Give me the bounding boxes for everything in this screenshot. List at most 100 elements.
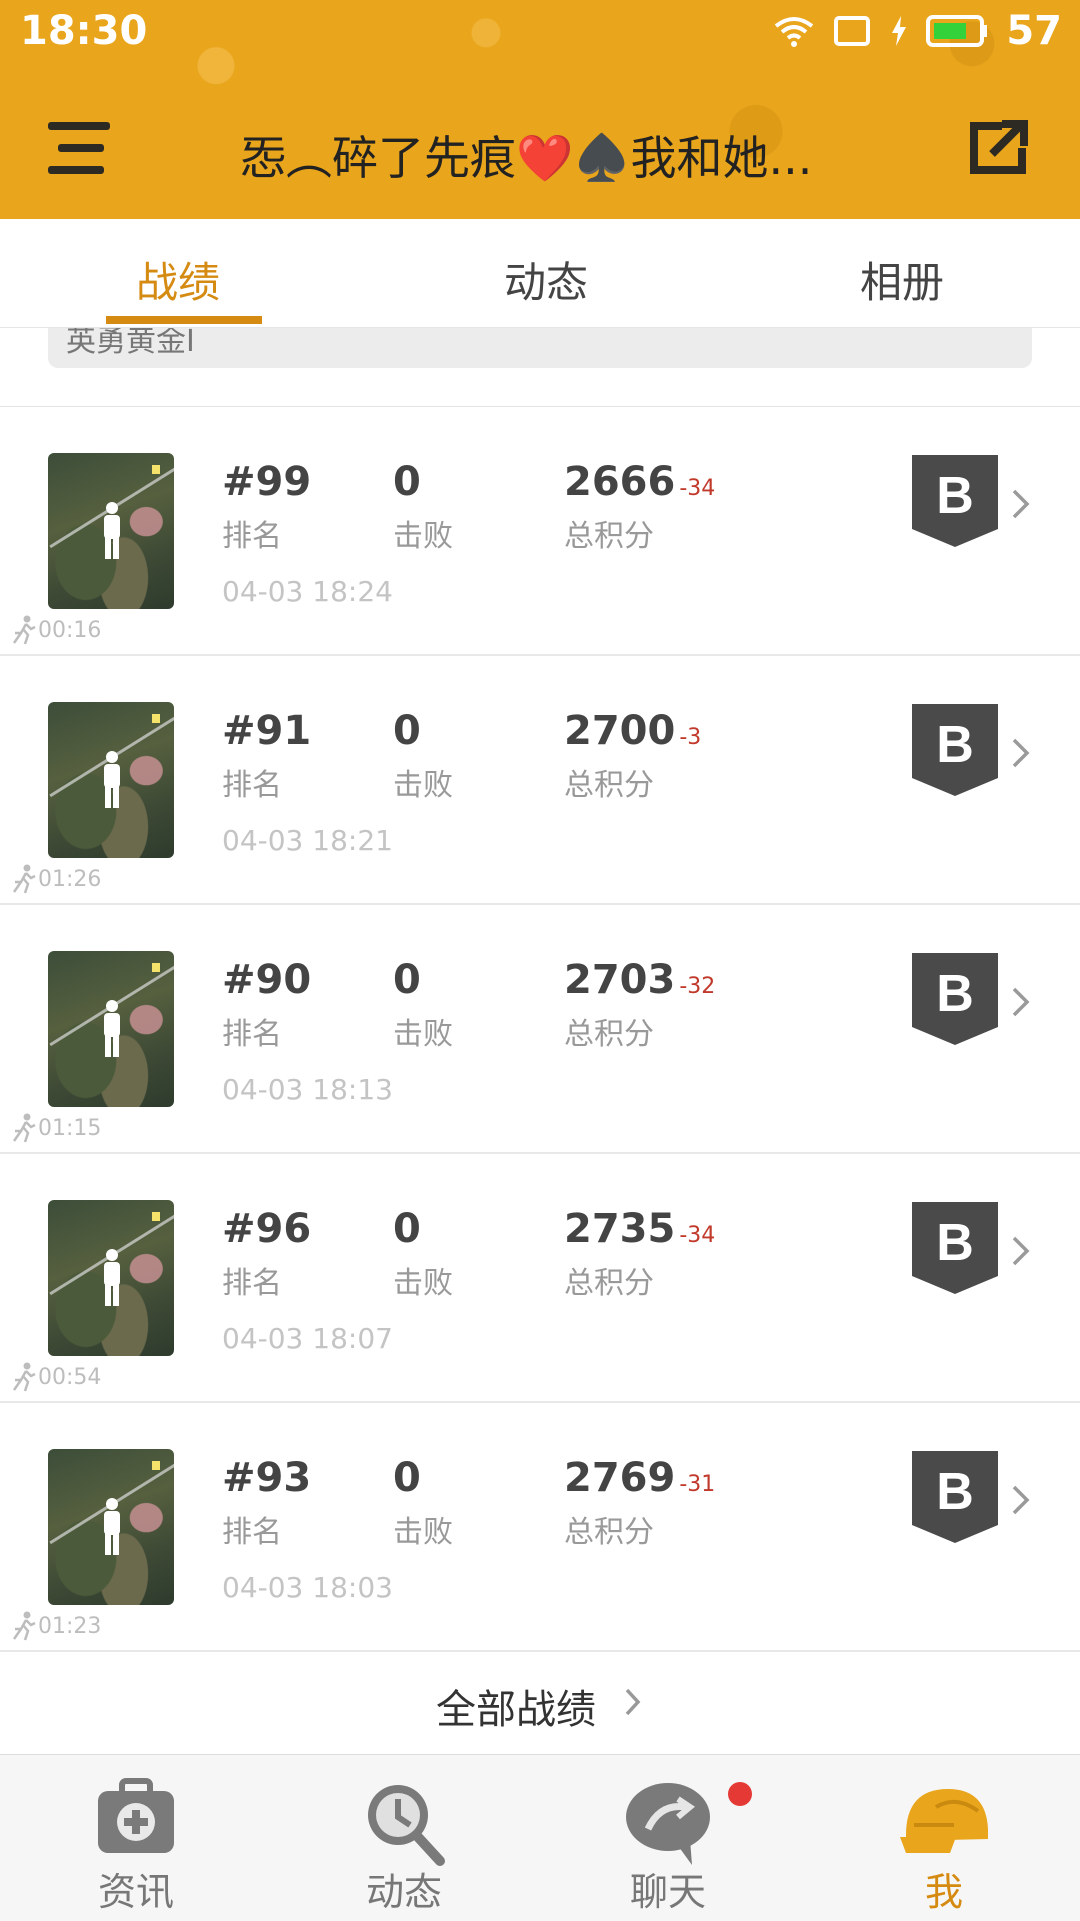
score-value: 2703 -32 xyxy=(564,957,716,1003)
wifi-icon xyxy=(774,14,814,48)
survival-duration: 01:23 xyxy=(12,1611,101,1641)
badge-letter: B xyxy=(936,467,974,525)
kills-label: 击败 xyxy=(393,768,453,803)
match-time: 04-03 18:07 xyxy=(222,1322,393,1355)
match-row[interactable]: #90 排名 0 击败 2703 -32 总积分 04-03 18:13 01:1… xyxy=(0,905,1080,1154)
badge-letter: B xyxy=(936,965,974,1023)
page-title: 㤅︵碎了先痕❤️♠️我和她... xyxy=(240,131,813,182)
score-delta: -3 xyxy=(679,725,702,750)
chevron-right-icon[interactable] xyxy=(1010,736,1032,770)
nav-label: 动态 xyxy=(365,1870,442,1914)
kills-label: 击败 xyxy=(393,519,453,554)
nav-label: 我 xyxy=(924,1870,963,1914)
map-thumbnail xyxy=(48,951,174,1107)
player-figure-icon xyxy=(104,1000,120,1057)
tab-bar: 战绩 动态 相册 xyxy=(0,219,1080,328)
rank-value: #99 xyxy=(222,459,312,505)
rank-label: 排名 xyxy=(222,768,282,803)
runner-icon xyxy=(12,1362,36,1392)
map-thumbnail xyxy=(48,1200,174,1356)
bottom-nav: 资讯 动态 聊天 我 xyxy=(0,1754,1080,1921)
survival-duration: 01:15 xyxy=(12,1113,101,1143)
player-figure-icon xyxy=(104,751,120,808)
kills-value: 0 xyxy=(393,957,421,1003)
match-row[interactable]: #99 排名 0 击败 2666 -34 总积分 04-03 18:24 00:1… xyxy=(0,407,1080,656)
rank-value: #96 xyxy=(222,1206,312,1252)
nav-moments[interactable]: 动态 xyxy=(304,1755,504,1921)
all-records-label: 全部战绩 xyxy=(436,1687,596,1733)
kills-value: 0 xyxy=(393,459,421,505)
badge-letter: B xyxy=(936,1214,974,1272)
map-thumbnail xyxy=(48,1449,174,1605)
battery-level: 57 xyxy=(1006,8,1062,54)
rank-label: 排名 xyxy=(222,1017,282,1052)
runner-icon xyxy=(12,864,36,894)
tab-records[interactable]: 战绩 xyxy=(136,249,220,310)
runner-icon xyxy=(12,1113,36,1143)
score-delta: -34 xyxy=(679,1223,716,1248)
match-row[interactable]: #96 排名 0 击败 2735 -34 总积分 04-03 18:07 00:5… xyxy=(0,1154,1080,1403)
match-time: 04-03 18:03 xyxy=(222,1571,393,1604)
match-time: 04-03 18:13 xyxy=(222,1073,393,1106)
status-icons: 57 xyxy=(774,8,1062,54)
rank-banner: 英勇黄金I xyxy=(48,328,1032,368)
map-thumbnail xyxy=(48,702,174,858)
chevron-right-icon[interactable] xyxy=(1010,1483,1032,1517)
nav-news[interactable]: 资讯 xyxy=(36,1755,236,1921)
kills-value: 0 xyxy=(393,1455,421,1501)
nav-label: 聊天 xyxy=(629,1870,706,1914)
all-records-button[interactable]: 全部战绩 xyxy=(0,1647,1080,1753)
tier-badge-icon: B xyxy=(912,1202,998,1294)
tier-badge-icon: B xyxy=(912,704,998,796)
score-label: 总积分 xyxy=(564,1515,654,1550)
score-label: 总积分 xyxy=(564,1017,654,1052)
rank-value: #93 xyxy=(222,1455,312,1501)
match-row[interactable]: #93 排名 0 击败 2769 -31 总积分 04-03 18:03 01:2… xyxy=(0,1403,1080,1652)
score-delta: -34 xyxy=(679,476,716,501)
kills-label: 击败 xyxy=(393,1266,453,1301)
runner-icon xyxy=(12,615,36,645)
menu-icon[interactable] xyxy=(48,120,110,176)
title-bar: 㤅︵碎了先痕❤️♠️我和她... xyxy=(0,100,1080,200)
match-time: 04-03 18:24 xyxy=(222,575,393,608)
app-header: 18:30 57 㤅︵碎了先痕❤️♠️我和她... xyxy=(0,0,1080,219)
chevron-right-icon[interactable] xyxy=(1010,985,1032,1019)
rank-value: #91 xyxy=(222,708,312,754)
chevron-right-icon[interactable] xyxy=(1010,1234,1032,1268)
rank-label: 排名 xyxy=(222,1515,282,1550)
match-time: 04-03 18:21 xyxy=(222,824,393,857)
rank-banner-text: 英勇黄金I xyxy=(66,328,195,359)
status-bar: 18:30 57 xyxy=(0,0,1080,66)
tab-album[interactable]: 相册 xyxy=(860,249,944,310)
status-time: 18:30 xyxy=(20,8,148,54)
nav-chat[interactable]: 聊天 xyxy=(568,1755,768,1921)
match-row[interactable]: #91 排名 0 击败 2700 -3 总积分 04-03 18:21 01:26… xyxy=(0,656,1080,905)
unread-badge xyxy=(728,1782,752,1806)
rank-label: 排名 xyxy=(222,1266,282,1301)
score-delta: -32 xyxy=(679,974,716,999)
player-figure-icon xyxy=(104,502,120,559)
badge-letter: B xyxy=(936,716,974,774)
tier-badge-icon: B xyxy=(912,1451,998,1543)
score-value: 2700 -3 xyxy=(564,708,702,754)
score-value: 2666 -34 xyxy=(564,459,716,505)
tier-badge-icon: B xyxy=(912,455,998,547)
player-figure-icon xyxy=(104,1498,120,1555)
score-label: 总积分 xyxy=(564,1266,654,1301)
kills-value: 0 xyxy=(393,708,421,754)
medkit-icon xyxy=(98,1778,174,1853)
chat-icon xyxy=(626,1783,710,1865)
tier-badge-icon: B xyxy=(912,953,998,1045)
rank-label: 排名 xyxy=(222,519,282,554)
rank-value: #90 xyxy=(222,957,312,1003)
battery-icon xyxy=(926,15,988,47)
map-thumbnail xyxy=(48,453,174,609)
tab-moments[interactable]: 动态 xyxy=(504,249,588,310)
active-tab-indicator xyxy=(106,316,262,324)
player-figure-icon xyxy=(104,1249,120,1306)
score-label: 总积分 xyxy=(564,768,654,803)
chevron-right-icon[interactable] xyxy=(1010,487,1032,521)
survival-duration: 00:54 xyxy=(12,1362,101,1392)
share-icon[interactable] xyxy=(968,120,1028,176)
nav-me[interactable]: 我 xyxy=(844,1755,1044,1921)
